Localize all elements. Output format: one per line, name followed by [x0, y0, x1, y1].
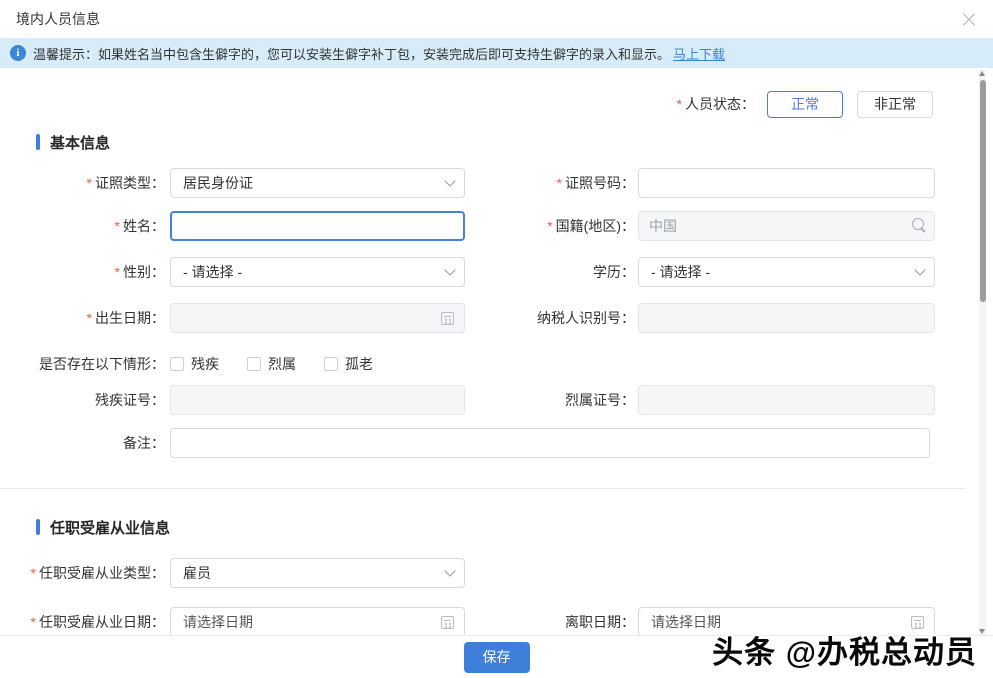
watermark: 头条 @办税总动员 [712, 627, 977, 672]
remark-label: 备注： [28, 433, 165, 453]
scrollbar-up-arrow[interactable] [979, 71, 985, 76]
name-label: *姓名： [28, 216, 165, 236]
education-label: 学历： [465, 262, 635, 282]
employment-date-picker[interactable]: 请选择日期 [170, 607, 465, 637]
page-title: 境内人员信息 [16, 9, 100, 29]
close-icon[interactable]: × [959, 7, 979, 31]
checkbox-martyr-family[interactable] [247, 357, 261, 371]
disability-no-label: 残疾证号： [28, 390, 165, 410]
scrollbar-thumb[interactable] [980, 80, 986, 302]
martyr-no-label: 烈属证号： [465, 390, 635, 410]
status-abnormal-button[interactable]: 非正常 [857, 91, 933, 118]
education-select[interactable]: - 请选择 - [638, 257, 935, 287]
nationality-label: *国籍(地区)： [465, 216, 635, 236]
form-row: 残疾证号： 烈属证号： [28, 385, 993, 415]
notice-text: 温馨提示：如果姓名当中包含生僻字的，您可以安装生僻字补丁包，安装完成后即可支持生… [33, 44, 670, 63]
checkbox-lonely-elderly[interactable] [324, 357, 338, 371]
notice-bar: i 温馨提示：如果姓名当中包含生僻字的，您可以安装生僻字补丁包，安装完成后即可支… [0, 38, 993, 68]
required-mark: * [677, 96, 682, 112]
taxpayer-id-input [638, 303, 935, 333]
cert-type-select[interactable]: 居民身份证 [170, 168, 465, 198]
form-row: *姓名： *国籍(地区)： [28, 211, 993, 241]
cert-type-label: *证照类型： [28, 173, 165, 193]
form-row: *性别： - 请选择 - 学历： - 请选择 - [28, 257, 993, 287]
resign-date-label: 离职日期： [465, 612, 635, 632]
status-normal-button[interactable]: 正常 [767, 91, 843, 118]
download-patch-link[interactable]: 马上下载 [673, 44, 725, 63]
scrollbar[interactable] [979, 70, 986, 635]
section-marker [36, 134, 40, 150]
chevron-down-icon [444, 565, 455, 576]
gender-select[interactable]: - 请选择 - [170, 257, 465, 287]
save-button[interactable]: 保存 [464, 642, 530, 673]
name-input[interactable] [170, 211, 465, 241]
info-icon: i [10, 45, 26, 61]
remark-input[interactable] [170, 428, 930, 458]
disability-no-input [170, 385, 465, 415]
form-content: * 人员状态： 正常 非正常 基本信息 *证照类型： 居民身份证 *证照号码： … [0, 90, 993, 637]
employment-type-select[interactable]: 雇员 [170, 558, 465, 588]
employment-date-label: *任职受雇从业日期： [28, 612, 165, 632]
form-row: *证照类型： 居民身份证 *证照号码： [28, 168, 993, 198]
checkbox-group: 孤老 [324, 354, 373, 374]
checkbox-disability[interactable] [170, 357, 184, 371]
form-row: *任职受雇从业类型： 雇员 [28, 558, 993, 588]
calendar-icon [441, 312, 454, 325]
checkbox-group: 残疾 [170, 354, 219, 374]
form-row: *出生日期： 纳税人识别号： [28, 303, 993, 333]
birth-date-label: *出生日期： [28, 308, 165, 328]
dialog-header: 境内人员信息 × [0, 0, 993, 38]
chevron-down-icon [444, 264, 455, 275]
martyr-no-input [638, 385, 935, 415]
birth-date-picker [170, 303, 465, 333]
section-marker [36, 519, 40, 535]
situations-row: 是否存在以下情形： 残疾 烈属 孤老 [28, 354, 993, 374]
scrollbar-down-arrow[interactable] [979, 629, 985, 634]
form-row: 备注： [28, 428, 993, 458]
section-basic-info: 基本信息 [28, 132, 993, 152]
checkbox-group: 烈属 [247, 354, 296, 374]
nationality-input [638, 211, 935, 241]
cert-no-label: *证照号码： [465, 173, 635, 193]
section-divider [0, 488, 965, 489]
section-employment-info: 任职受雇从业信息 [28, 517, 993, 537]
employment-type-label: *任职受雇从业类型： [28, 563, 165, 583]
person-status-label: 人员状态： [685, 94, 755, 114]
cert-no-input[interactable] [638, 168, 935, 198]
calendar-icon [441, 616, 454, 629]
chevron-down-icon [914, 264, 925, 275]
situations-label: 是否存在以下情形： [28, 354, 165, 374]
taxpayer-id-label: 纳税人识别号： [465, 308, 635, 328]
search-icon [911, 217, 927, 233]
gender-label: *性别： [28, 262, 165, 282]
person-status-row: * 人员状态： 正常 非正常 [28, 90, 993, 118]
chevron-down-icon [444, 175, 455, 186]
